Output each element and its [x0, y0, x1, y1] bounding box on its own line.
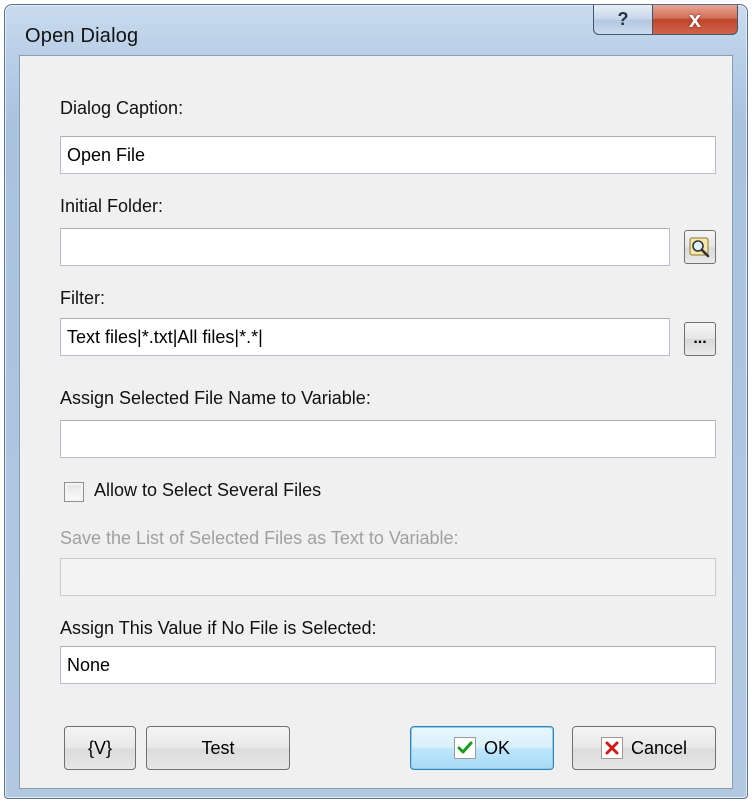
no-file-value-input[interactable]: None	[60, 646, 716, 684]
cancel-button-label: Cancel	[630, 737, 688, 758]
assign-variable-input[interactable]	[60, 420, 716, 458]
ok-button[interactable]: OK	[410, 726, 554, 770]
close-icon: x	[688, 6, 702, 32]
initial-folder-input[interactable]	[60, 228, 670, 266]
title-bar[interactable]: Open Dialog ? x	[5, 5, 747, 55]
ok-button-label: OK	[483, 737, 510, 758]
initial-folder-label: Initial Folder:	[60, 196, 164, 216]
help-icon: ?	[617, 9, 629, 29]
x-icon	[600, 737, 623, 759]
check-icon	[453, 737, 476, 759]
save-list-input	[60, 558, 716, 596]
filter-browse-button[interactable]: ...	[684, 322, 716, 356]
folder-search-icon	[689, 237, 710, 258]
open-dialog-window: Open Dialog ? x Dialog Caption: Open Fil…	[4, 4, 748, 799]
test-button[interactable]: Test	[146, 726, 290, 770]
save-list-label: Save the List of Selected Files as Text …	[60, 528, 459, 548]
filter-label: Filter:	[60, 288, 105, 308]
dialog-caption-label: Dialog Caption:	[60, 98, 184, 118]
variables-button-label: {V}	[87, 737, 113, 758]
filter-input[interactable]: Text files|*.txt|All files|*.*|	[60, 318, 670, 356]
help-button[interactable]: ?	[593, 5, 653, 35]
dialog-caption-input[interactable]: Open File	[60, 136, 716, 174]
ellipsis-icon: ...	[693, 330, 707, 347]
dialog-body: Dialog Caption: Open File Initial Folder…	[19, 55, 733, 789]
close-button[interactable]: x	[652, 5, 738, 35]
allow-several-checkbox[interactable]	[64, 482, 84, 502]
test-button-label: Test	[201, 737, 235, 758]
cancel-button[interactable]: Cancel	[572, 726, 716, 770]
window-title: Open Dialog	[25, 25, 139, 47]
variables-button[interactable]: {V}	[64, 726, 136, 770]
assign-variable-label: Assign Selected File Name to Variable:	[60, 388, 371, 408]
no-file-value-label: Assign This Value if No File is Selected…	[60, 618, 377, 638]
allow-several-label[interactable]: Allow to Select Several Files	[94, 480, 321, 501]
browse-folder-button[interactable]	[684, 230, 716, 264]
